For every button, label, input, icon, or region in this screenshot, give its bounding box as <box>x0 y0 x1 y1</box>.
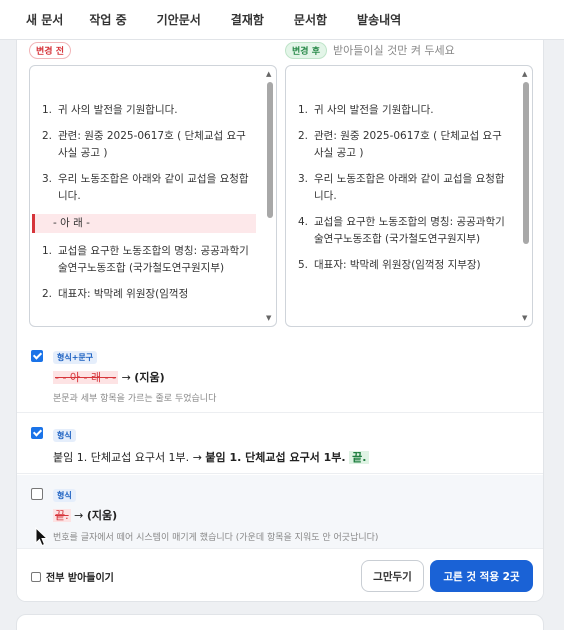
scroll-down-icon[interactable]: ▼ <box>266 314 271 322</box>
scroll-thumb[interactable] <box>267 82 273 218</box>
list-item: 3. 우리 노동조합은 아래와 같이 교섭을 요청합니다. <box>42 173 249 202</box>
list-item: 2. 관련: 원중 2025-0617호 ( 단체교섭 요구사실 공고 ) <box>42 130 246 159</box>
nav-drafts[interactable]: 기안문서 <box>157 11 201 28</box>
scroll-up-icon[interactable]: ▲ <box>522 70 527 78</box>
result-text: (지움) <box>134 371 165 384</box>
change-description: 번호를 글자에서 떼어 시스템이 매기게 했습니다 (가운데 항목을 지워도 안… <box>53 533 379 543</box>
list-item: 1. 귀 사의 발전을 기원합니다. <box>298 104 434 116</box>
after-textbox[interactable]: 1. 귀 사의 발전을 기원합니다. 2. 관련: 원중 2025-0617호 ( … <box>285 65 533 327</box>
nav-in-progress[interactable]: 작업 중 <box>89 11 126 28</box>
mouse-cursor-icon <box>35 527 49 547</box>
change-checkbox[interactable] <box>31 350 43 362</box>
accept-all-toggle[interactable]: 전부 받아들이기 <box>31 569 114 584</box>
inserted-text: 끝. <box>349 451 370 464</box>
accept-hint: 받아들이실 것만 켜 두세요 <box>332 44 455 57</box>
replaced-text: 붙임 1. 단체교섭 요구서 1부. <box>205 451 346 464</box>
change-line: 끝. → (지움) <box>53 507 117 523</box>
arrow-icon: → <box>192 451 202 464</box>
list-item: 4. 교섭을 요구한 노동조합의 명칭: 공공과학기술연구노동조합 (국가철도연구… <box>298 216 505 245</box>
accept-all-label: 전부 받아들이기 <box>46 573 114 584</box>
change-item-divider: 형식+문구 - - 아 - 래 - - → (지움) 본문과 세부 항목을 가르… <box>17 340 543 413</box>
after-list: 1. 귀 사의 발전을 기원합니다. 2. 관련: 원중 2025-0617호 ( … <box>298 102 510 274</box>
nav-sent-history[interactable]: 발송내역 <box>357 11 401 28</box>
before-content: 1. 귀 사의 발전을 기원합니다. 2. 관련: 원중 2025-0617호 ( … <box>30 66 262 326</box>
before-list-continued: 1. 교섭을 요구한 노동조합의 명칭: 공공과학기술연구노동조합 (국가철도연구… <box>42 243 254 303</box>
before-textbox[interactable]: 1. 귀 사의 발전을 기원합니다. 2. 관련: 원중 2025-0617호 ( … <box>29 65 277 327</box>
change-tag: 형식 <box>53 429 76 442</box>
list-item: 2. 대표자: 박막례 위원장(임꺽정 <box>42 288 189 300</box>
deleted-divider-line: - 아 래 - <box>32 214 256 233</box>
cancel-button[interactable]: 그만두기 <box>361 560 424 592</box>
nav-new-document[interactable]: 새 문서 <box>26 11 63 28</box>
change-review-panel: 변경 전 변경 후 받아들이실 것만 켜 두세요 1. 귀 사의 발전을 기원합니… <box>16 40 544 602</box>
apply-selected-button[interactable]: 고른 것 적용 2곳 <box>430 560 533 592</box>
change-line: 붙임 1. 단체교섭 요구서 1부. → 붙임 1. 단체교섭 요구서 1부. … <box>53 449 370 465</box>
deleted-text: - - 아 - 래 - - <box>53 371 119 384</box>
after-badge: 변경 후 <box>285 41 327 59</box>
list-item: 3. 우리 노동조합은 아래와 같이 교섭을 요청합니다. <box>298 173 505 202</box>
after-header: 변경 후 받아들이실 것만 켜 두세요 <box>285 40 455 60</box>
list-item: 5. 대표자: 박막례 위원장(임꺽정 지부장) <box>298 259 481 271</box>
result-text: (지움) <box>86 509 118 522</box>
scroll-thumb[interactable] <box>523 82 529 244</box>
next-card <box>16 614 544 630</box>
nav-approval-box[interactable]: 결재함 <box>231 11 264 28</box>
arrow-icon: → <box>74 509 84 522</box>
before-scrollbar[interactable]: ▲ ▼ <box>265 70 274 322</box>
before-header: 변경 전 <box>29 40 71 60</box>
scroll-down-icon[interactable]: ▼ <box>522 314 527 322</box>
top-navigation: 새 문서 작업 중 기안문서 결재함 문서함 발송내역 <box>0 0 564 40</box>
before-list: 1. 귀 사의 발전을 기원합니다. 2. 관련: 원중 2025-0617호 ( … <box>42 102 254 205</box>
list-item: 1. 귀 사의 발전을 기원합니다. <box>42 104 178 116</box>
original-text: 붙임 1. 단체교섭 요구서 1부. <box>53 451 190 464</box>
panel-footer: 전부 받아들이기 그만두기 고른 것 적용 2곳 <box>17 548 543 601</box>
change-item-numbering: 형식 끝. → (지움) 번호를 글자에서 떼어 시스템이 매기게 했습니다 (… <box>17 475 543 548</box>
scroll-up-icon[interactable]: ▲ <box>266 70 271 78</box>
after-scrollbar[interactable]: ▲ ▼ <box>521 70 530 322</box>
after-content: 1. 귀 사의 발전을 기원합니다. 2. 관련: 원중 2025-0617호 ( … <box>286 66 518 326</box>
change-item-attachment: 형식 붙임 1. 단체교섭 요구서 1부. → 붙임 1. 단체교섭 요구서 1… <box>17 414 543 474</box>
change-tag: 형식+문구 <box>53 351 98 364</box>
list-item: 1. 교섭을 요구한 노동조합의 명칭: 공공과학기술연구노동조합 (국가철도연구… <box>42 245 249 274</box>
deleted-text: 끝. <box>53 509 71 522</box>
nav-document-box[interactable]: 문서함 <box>294 11 327 28</box>
before-badge: 변경 전 <box>29 41 71 59</box>
accept-all-checkbox[interactable] <box>31 571 41 582</box>
arrow-icon: → <box>121 371 131 384</box>
change-checkbox[interactable] <box>31 427 43 439</box>
change-description: 본문과 세부 항목을 가르는 줄로 두었습니다 <box>53 394 217 404</box>
list-item: 2. 관련: 원중 2025-0617호 ( 단체교섭 요구사실 공고 ) <box>298 130 502 159</box>
change-line: - - 아 - 래 - - → (지움) <box>53 369 165 385</box>
change-tag: 형식 <box>53 489 76 502</box>
change-checkbox[interactable] <box>31 488 43 500</box>
